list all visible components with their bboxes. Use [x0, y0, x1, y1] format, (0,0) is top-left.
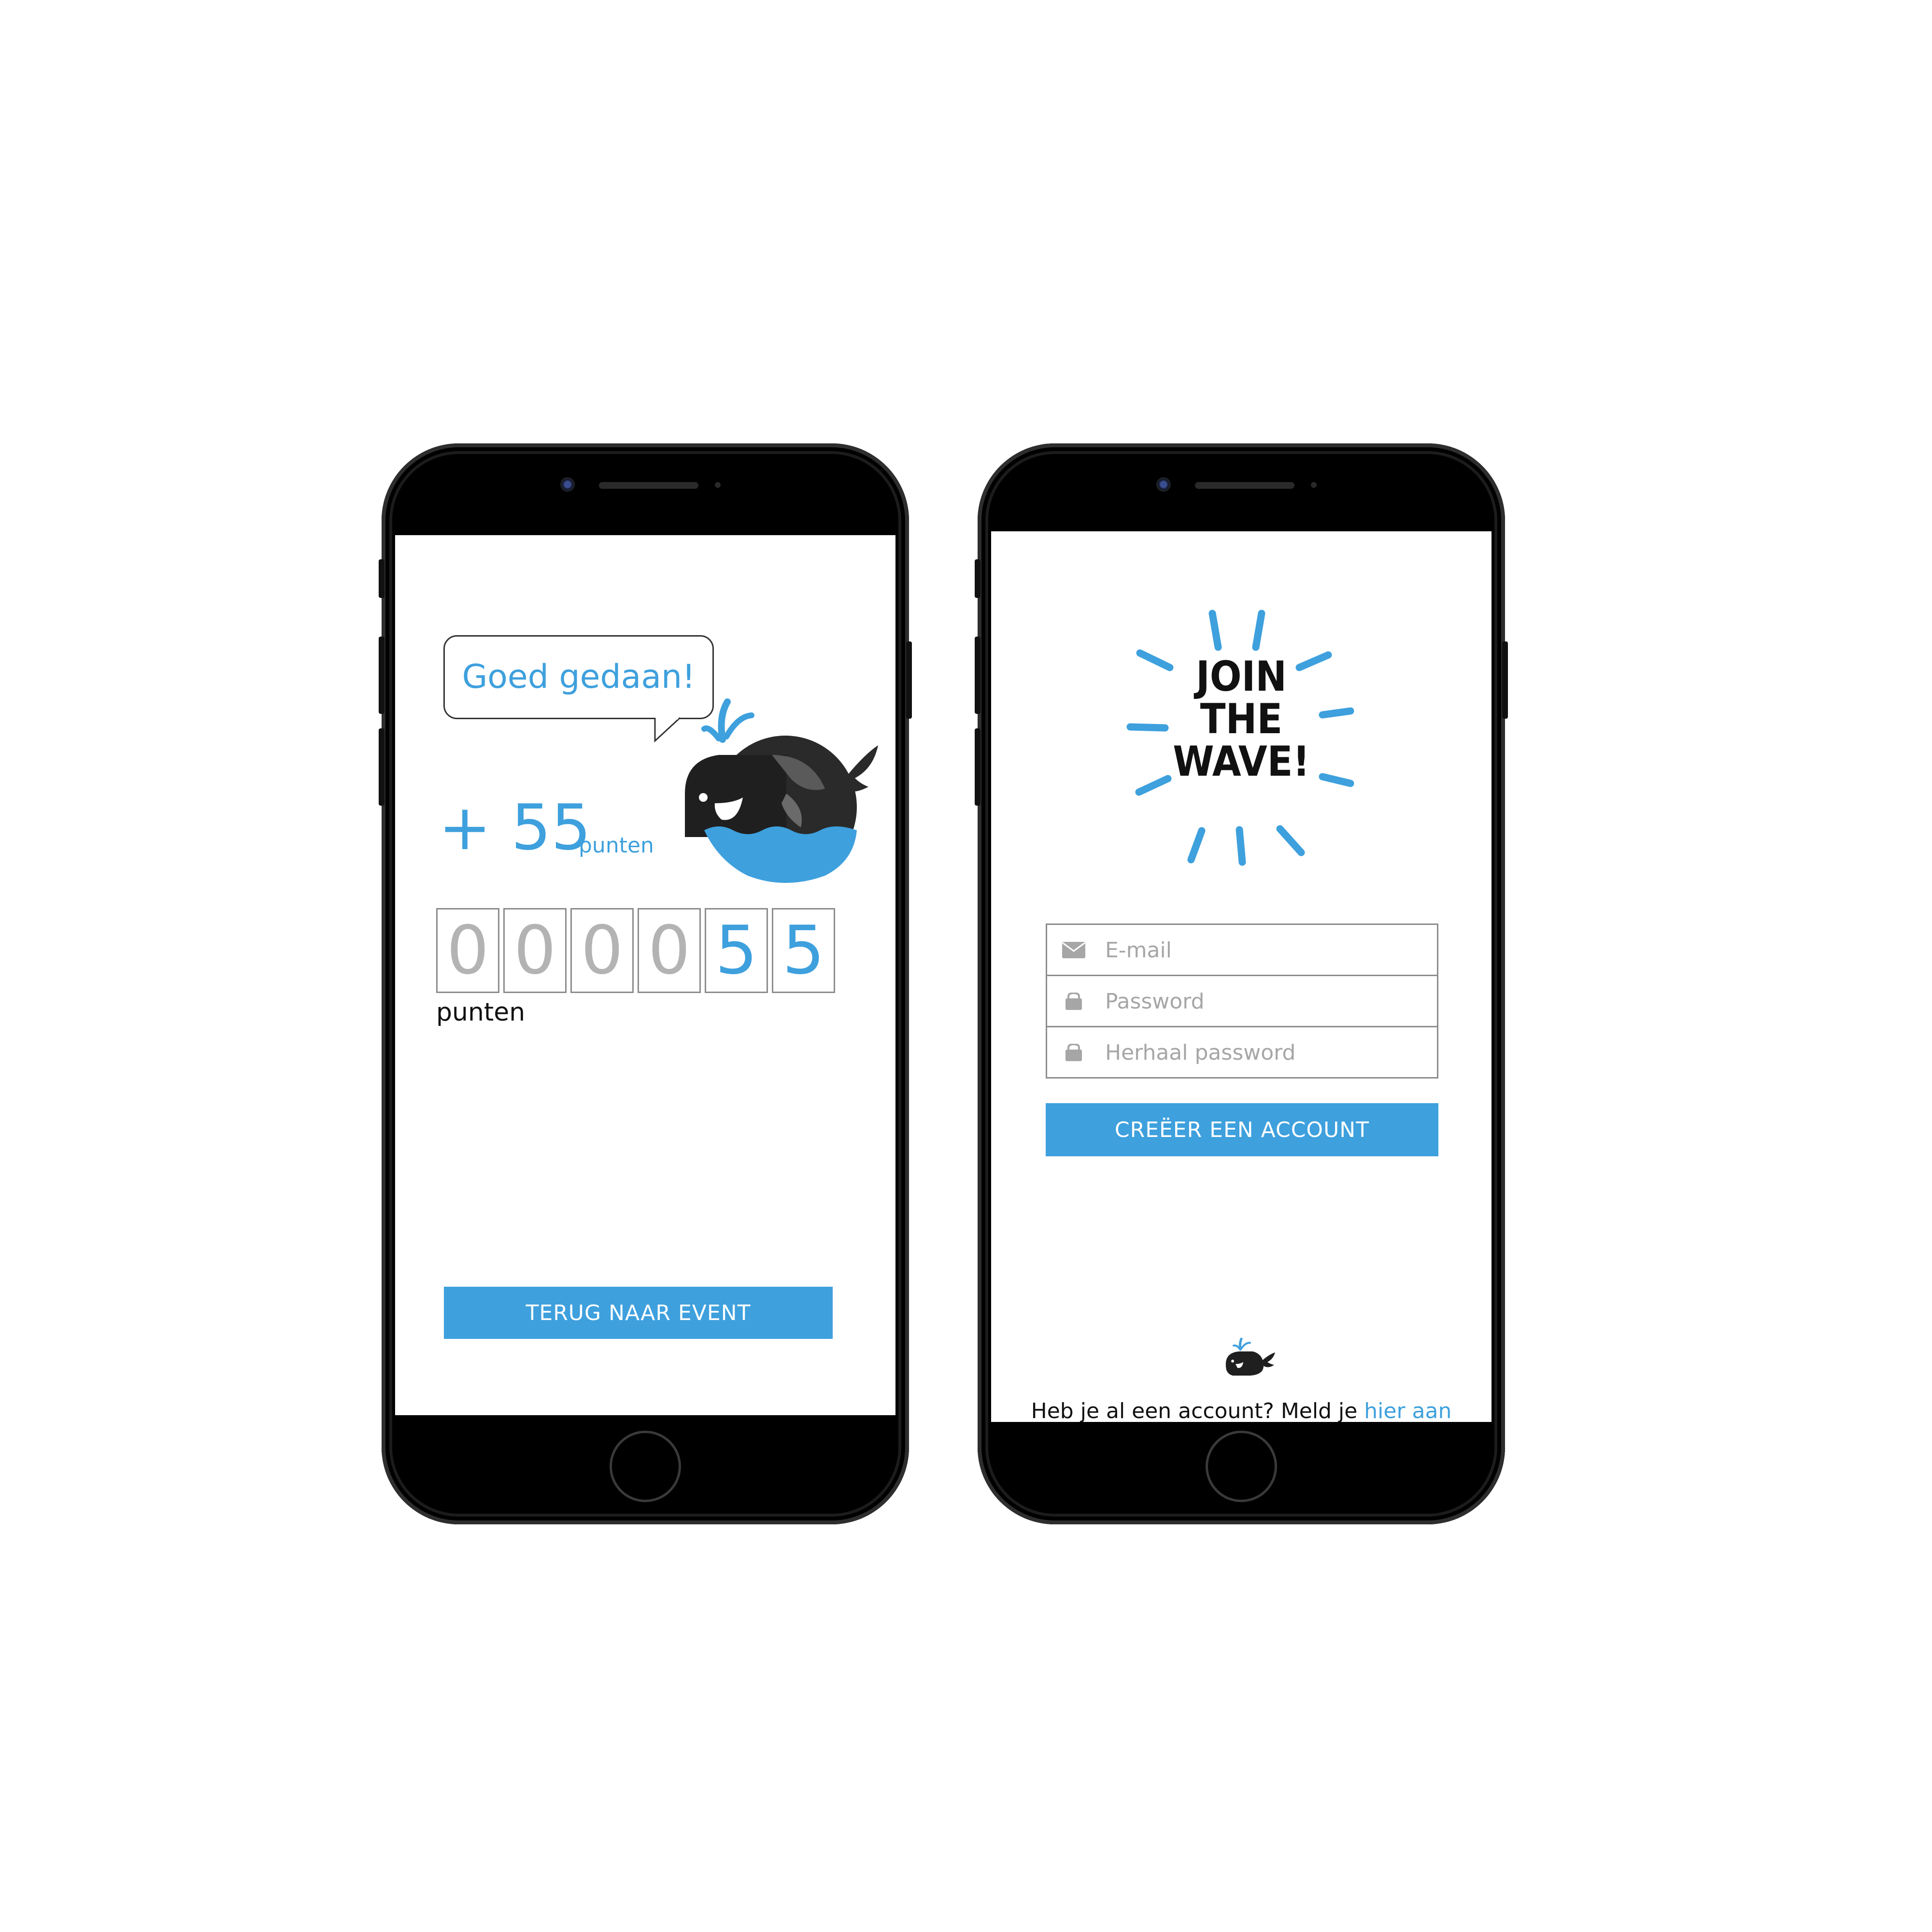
- signup-screen: JOIN THE WAVE! E-mail CREËER EEN ACCOUNT…: [991, 531, 1492, 1422]
- login-prompt-text: Heb je al een account? Meld je: [1031, 1399, 1358, 1422]
- counter-digit: 5: [705, 908, 768, 993]
- whale-icon: [1225, 1337, 1275, 1376]
- proximity-sensor: [715, 482, 721, 488]
- home-button[interactable]: [610, 1431, 681, 1502]
- volume-down-button: [975, 728, 980, 806]
- total-points-label: punten: [436, 998, 526, 1027]
- password-input[interactable]: [1104, 976, 1435, 1027]
- front-camera: [560, 477, 575, 492]
- volume-up-button: [975, 637, 980, 714]
- login-link[interactable]: hier aan: [1364, 1399, 1451, 1422]
- points-screen: Goed gedaan! + 55 punten 0 0 0 0 5 5 pun…: [395, 535, 895, 1415]
- phone-left: Goed gedaan! + 55 punten 0 0 0 0 5 5 pun…: [379, 443, 912, 1524]
- back-to-event-button[interactable]: TERUG NAAR EVENT: [444, 1287, 833, 1339]
- whale-icon: [685, 698, 878, 883]
- counter-digit: 0: [436, 908, 499, 993]
- counter-digit: 0: [503, 908, 567, 993]
- email-input[interactable]: [1104, 925, 1435, 976]
- mute-switch: [975, 559, 980, 598]
- password-field: [1047, 976, 1437, 1027]
- create-account-button[interactable]: CREËER EEN ACCOUNT: [1046, 1103, 1438, 1156]
- mute-switch: [379, 559, 384, 598]
- join-the-wave-logo: JOIN THE WAVE!: [1126, 610, 1354, 866]
- login-prompt: Heb je al een account? Meld je hier aan: [991, 1399, 1492, 1422]
- logo-line-3: WAVE!: [1173, 738, 1310, 786]
- earned-points-unit: punten: [579, 833, 654, 858]
- power-button: [1502, 641, 1508, 719]
- lock-icon: [1065, 1044, 1082, 1061]
- counter-digit: 5: [772, 908, 835, 993]
- counter-digit: 0: [638, 908, 701, 993]
- earpiece-speaker: [599, 482, 698, 489]
- email-field: [1047, 925, 1437, 976]
- earpiece-speaker: [1195, 482, 1294, 489]
- lock-icon: [1065, 993, 1082, 1010]
- logo-line-2: THE: [1200, 695, 1282, 743]
- earned-points-value: + 55: [439, 791, 591, 864]
- signup-form: [1046, 923, 1438, 1079]
- envelope-icon: [1062, 942, 1085, 958]
- home-button[interactable]: [1206, 1431, 1277, 1502]
- proximity-sensor: [1311, 482, 1317, 488]
- phone-right: JOIN THE WAVE! E-mail CREËER EEN ACCOUNT…: [975, 443, 1508, 1524]
- repeat-password-input[interactable]: [1104, 1027, 1435, 1078]
- volume-down-button: [379, 728, 384, 806]
- points-counter: 0 0 0 0 5 5: [436, 908, 835, 993]
- volume-up-button: [379, 637, 384, 714]
- logo-line-1: JOIN: [1193, 653, 1287, 701]
- repeat-password-field: [1047, 1027, 1437, 1078]
- power-button: [906, 641, 912, 719]
- front-camera: [1156, 477, 1171, 492]
- counter-digit: 0: [570, 908, 634, 993]
